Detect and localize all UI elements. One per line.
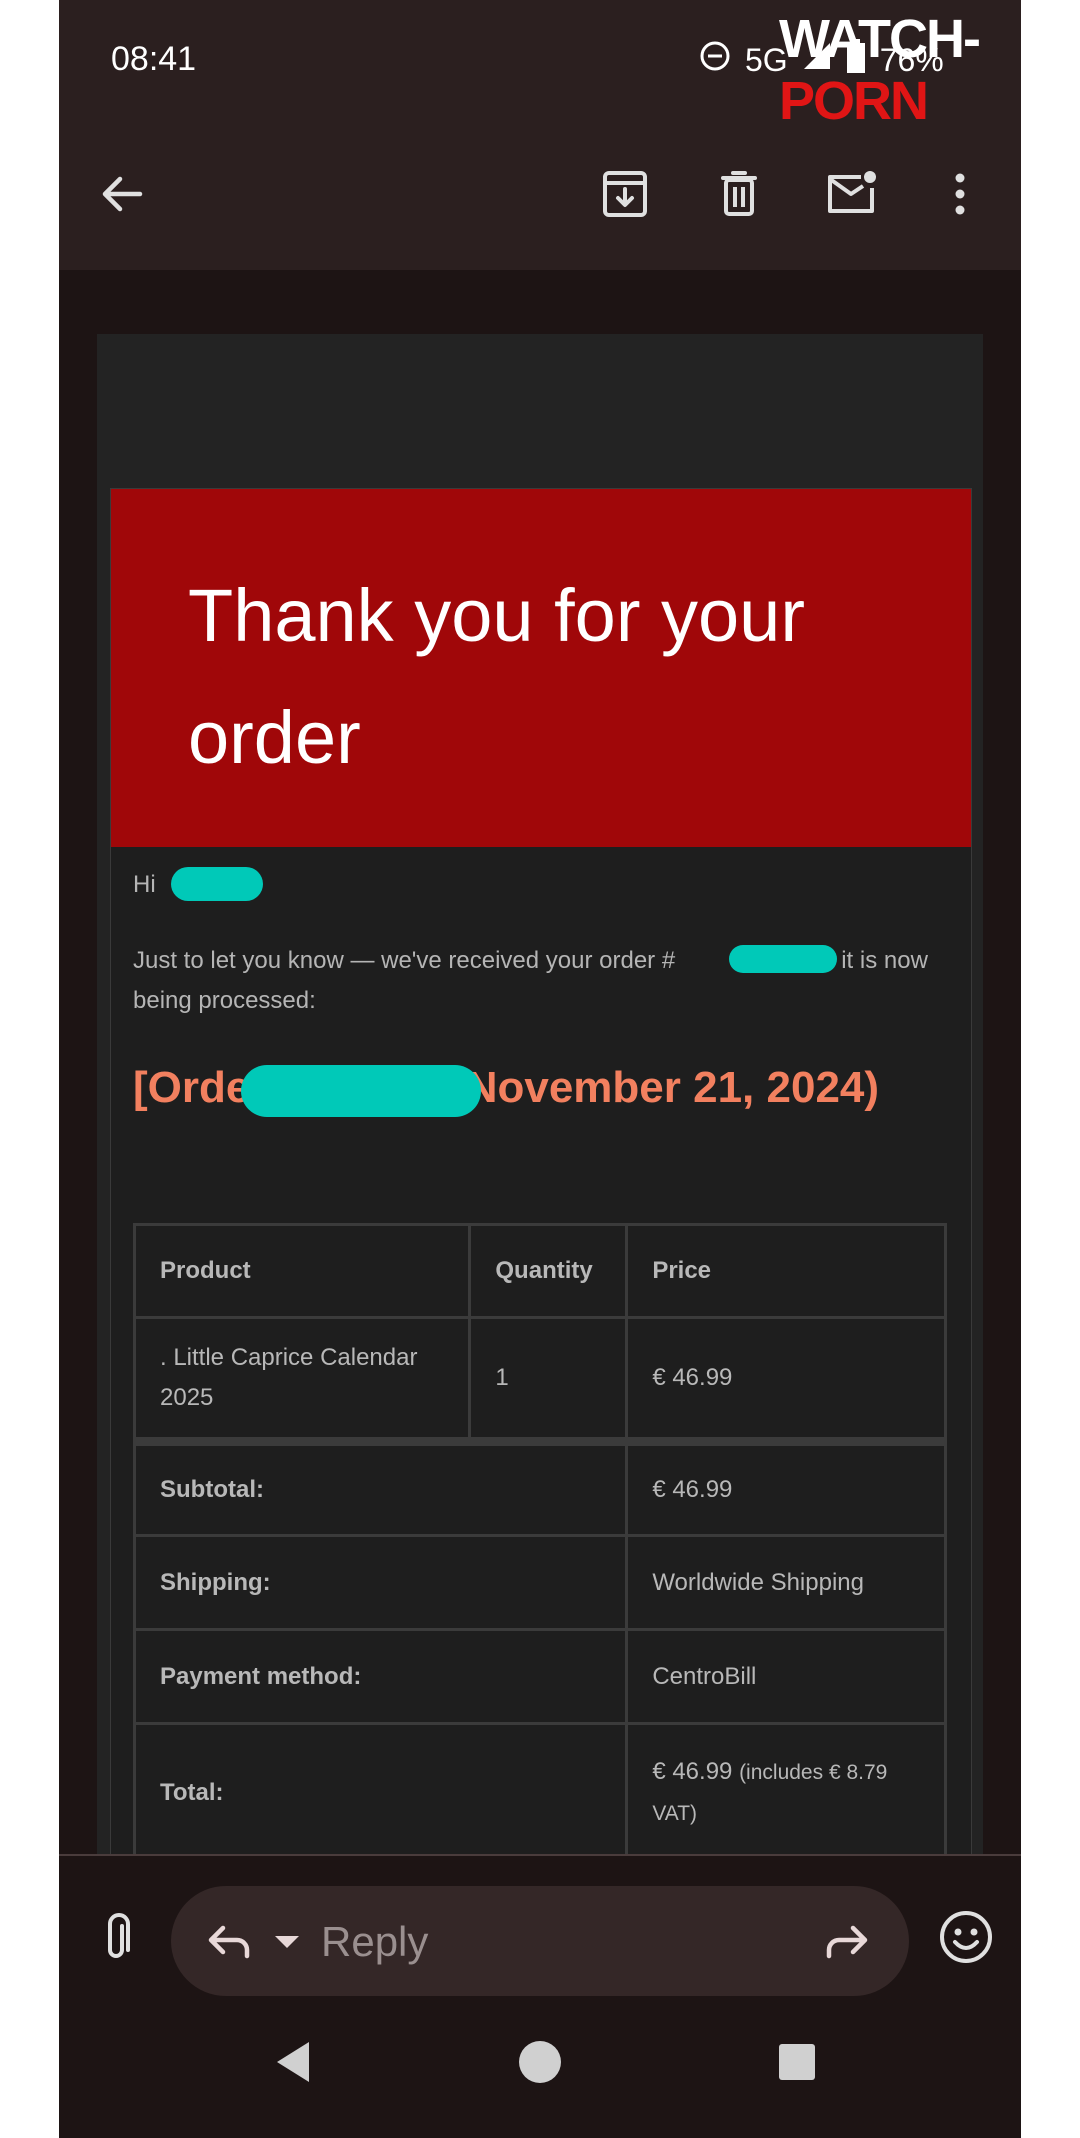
order-heading-part2: ] (November 21, 2024): [424, 1063, 880, 1112]
totals-label: Total:: [132, 1722, 629, 1854]
order-table: Product Quantity Price . Little Caprice …: [132, 1223, 947, 1854]
product-cell: . Little Caprice Calendar 2025: [132, 1316, 472, 1443]
reply-field[interactable]: Reply: [171, 1886, 909, 1996]
chevron-down-icon[interactable]: [271, 1926, 303, 1958]
more-vert-icon[interactable]: [930, 164, 990, 224]
archive-icon[interactable]: [595, 164, 655, 224]
do-not-disturb-icon: [699, 40, 731, 80]
totals-row: Payment method: CentroBill: [132, 1628, 947, 1725]
totals-label: Subtotal:: [132, 1437, 629, 1537]
watermark-part2: PORN: [779, 71, 929, 131]
totals-row: Total: € 46.99 (includes € 8.79 VAT): [132, 1722, 947, 1854]
column-header: Price: [625, 1223, 947, 1319]
mark-unread-icon[interactable]: [821, 164, 881, 224]
watermark-logo: WATCH-PORN: [779, 8, 1021, 132]
delete-icon[interactable]: [709, 164, 769, 224]
status-time: 08:41: [111, 40, 197, 78]
greeting: Hi: [133, 871, 156, 899]
nav-back-icon[interactable]: [267, 2034, 323, 2090]
phone-screen: 08:41 5G 76% WATCH-PORN Thank you for yo…: [59, 0, 1021, 2138]
intro-part1: Just to let you know — we've received yo…: [133, 947, 676, 974]
top-app-bar: 08:41 5G 76% WATCH-PORN: [59, 0, 1021, 270]
table-row: . Little Caprice Calendar 2025 1 € 46.99: [132, 1316, 947, 1443]
price-cell: € 46.99: [625, 1316, 947, 1443]
totals-label: Shipping:: [132, 1534, 629, 1631]
totals-value: Worldwide Shipping: [625, 1534, 947, 1631]
watermark-part1: WATCH-: [779, 9, 981, 69]
order-email: Thank you for your order Hi Just to let …: [110, 488, 972, 1854]
column-header: Product: [132, 1223, 472, 1319]
navigation-bar: [59, 2004, 1021, 2138]
totals-value: CentroBill: [625, 1628, 947, 1725]
message-content[interactable]: Thank you for your order Hi Just to let …: [59, 270, 1021, 1854]
nav-recents-icon[interactable]: [769, 2034, 825, 2090]
back-arrow-icon[interactable]: [92, 164, 152, 224]
totals-label: Payment method:: [132, 1628, 629, 1725]
redaction-mark: [729, 945, 837, 973]
table-header-row: Product Quantity Price: [132, 1223, 947, 1319]
totals-row: Subtotal: € 46.99: [132, 1437, 947, 1537]
attachment-icon[interactable]: [89, 1912, 143, 1966]
forward-icon[interactable]: [821, 1916, 873, 1968]
reply-bar: Reply: [59, 1854, 1021, 2006]
email-body: Thank you for your order Hi Just to let …: [97, 334, 983, 1854]
totals-value: € 46.99: [625, 1437, 947, 1537]
redaction-mark: [241, 1065, 481, 1117]
totals-row: Shipping: Worldwide Shipping: [132, 1534, 947, 1631]
hero-title: Thank you for your order: [188, 574, 805, 779]
emoji-icon[interactable]: [937, 1908, 995, 1966]
reply-icon[interactable]: [203, 1916, 255, 1968]
nav-home-icon[interactable]: [512, 2034, 568, 2090]
column-header: Quantity: [468, 1223, 629, 1319]
greeting-text: Hi: [133, 871, 156, 898]
quantity-cell: 1: [468, 1316, 629, 1443]
redaction-mark: [171, 867, 263, 901]
totals-value: € 46.99 (includes € 8.79 VAT): [625, 1722, 947, 1854]
email-hero-banner: Thank you for your order: [111, 489, 971, 847]
total-amount: € 46.99: [652, 1757, 733, 1785]
reply-label: Reply: [321, 1918, 429, 1965]
